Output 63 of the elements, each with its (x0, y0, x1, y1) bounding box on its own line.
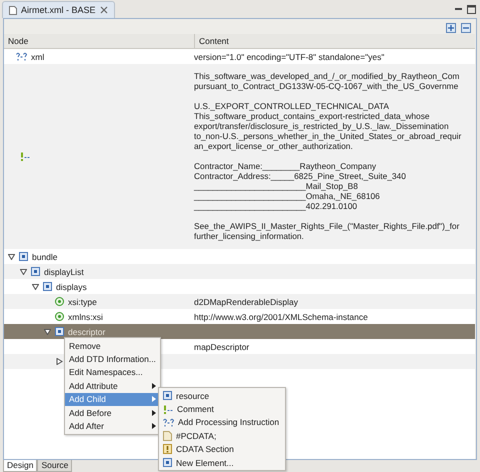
node-content: d2DMapRenderableDisplay (194, 296, 298, 306)
comment-line: ________________________402.291.0100 (194, 201, 358, 211)
column-header[interactable]: Node (4, 34, 195, 48)
menu-item[interactable]: CDATA Section (159, 442, 285, 456)
node-name: xmlns:xsi (68, 312, 103, 322)
expanded-arrow-icon[interactable] (44, 328, 51, 334)
node-name: descriptor (68, 326, 106, 336)
editor-tab[interactable]: Airmet.xml - BASE (2, 1, 115, 18)
comment-line: an_export_license_or_other_authorization. (194, 141, 354, 151)
collapse-all-icon[interactable] (461, 22, 471, 32)
menu-item[interactable]: Add Processing Instruction (159, 416, 285, 430)
node-content: mapDescriptor (194, 342, 250, 352)
maximize-icon[interactable] (467, 4, 476, 14)
comment-line: ________________________Mail_Stop_B8 (194, 181, 359, 191)
expanded-arrow-icon[interactable] (20, 268, 27, 274)
comment-line: pursuant_to_Contract_DG133W-05-CQ-1067_with_the_US_Governme (194, 81, 460, 91)
submenu-arrow-icon (152, 410, 156, 416)
document-icon (163, 430, 172, 441)
menu-item[interactable]: #PCDATA; (159, 429, 285, 443)
comment-line: to_non-U.S._persons_whether_in_the_United_States_or_abroad_requir (194, 131, 462, 141)
comment-line: This_software_was_developed_and_/_or_modified_by_Raytheon_Com (194, 71, 460, 81)
menu-item[interactable]: Add DTD Information... (65, 352, 160, 366)
bottom-tab[interactable]: Source (37, 460, 72, 472)
node-content: http://www.w3.org/2001/XMLSchema-instance (194, 312, 368, 322)
comment-line: ________________________Omaha,_NE_68106 (194, 191, 381, 201)
bottom-tab[interactable]: Design (3, 460, 38, 472)
comment-line: export/transfer/disclosure_is_restricted_by_U.S._law._Dissemination (194, 121, 450, 131)
instruction-icon (163, 418, 174, 427)
node-content: version="1.0" encoding="UTF-8" standalone="yes" (194, 52, 384, 62)
element-icon (163, 458, 172, 468)
menu-item[interactable]: Add Before (65, 406, 160, 420)
comment-line: This_software_product_contains_export-restricted_data_whose (194, 111, 431, 121)
close-icon[interactable] (100, 6, 108, 14)
node-name: bundle (32, 252, 58, 262)
comment-line: Contractor_Name:________Raytheon_Company (194, 161, 378, 171)
menu-item[interactable]: resource (159, 389, 285, 402)
comment-line: U.S._EXPORT_CONTROLLED_TECHNICAL_DATA (194, 101, 390, 111)
node-name: xsi:type (68, 296, 97, 306)
comment-line: further_licensing_information. (194, 231, 305, 241)
node-name: displays (56, 282, 87, 292)
cdata-icon (163, 444, 172, 454)
xml-file-icon (9, 6, 17, 14)
expanded-arrow-icon[interactable] (8, 254, 15, 260)
menu-item[interactable]: Add Attribute (65, 379, 160, 393)
menu-item[interactable]: New Element... (159, 456, 285, 470)
submenu-arrow-icon (152, 423, 156, 430)
node-name: xml (31, 52, 44, 62)
comment-line: Contractor_Address:_____6825_Pine_Street,_Suite_340 (194, 171, 407, 181)
menu-item[interactable]: Edit Namespaces... (65, 366, 160, 380)
menu-item[interactable]: Add After (65, 419, 160, 433)
column-header[interactable]: Content (195, 34, 233, 48)
expanded-arrow-icon[interactable] (32, 284, 39, 290)
submenu-arrow-icon (152, 382, 156, 389)
menu-item[interactable]: Comment (159, 402, 285, 416)
menu-item[interactable]: Remove (65, 339, 160, 352)
element-icon (55, 327, 64, 336)
node-name: displayList (44, 266, 84, 276)
comment-line: See_the_AWIPS_II_Master_Rights_File_("Master_Rights_File.pdf")_for (194, 221, 460, 231)
submenu-arrow-icon (152, 396, 156, 402)
expand-all-icon[interactable] (446, 22, 456, 32)
element-icon (163, 391, 172, 400)
collapsed-arrow-icon[interactable] (56, 358, 63, 365)
comment-icon (163, 404, 173, 414)
